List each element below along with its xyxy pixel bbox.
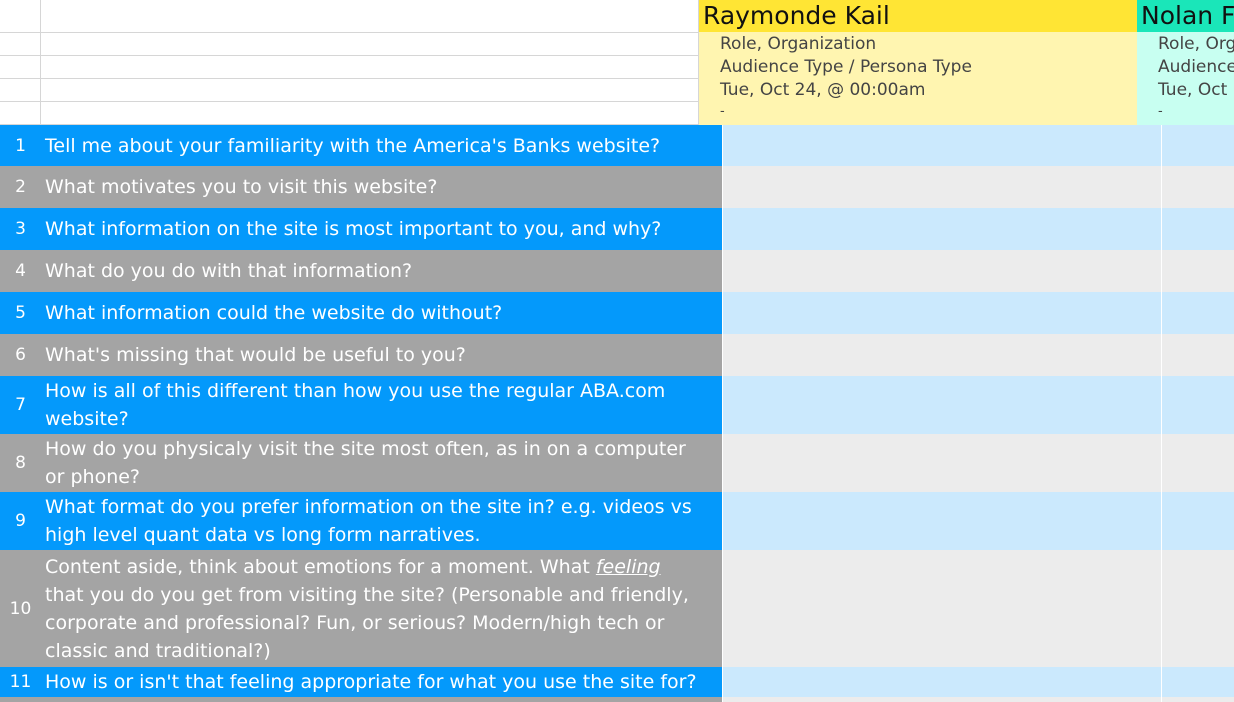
question-text: How do you physicaly visit the site most… xyxy=(45,438,686,488)
empty-cell[interactable] xyxy=(41,56,699,79)
question-row: 3 What information on the site is most i… xyxy=(0,208,1234,250)
persona-audience: Audience Type / Persona Type xyxy=(720,57,972,77)
answer-cell[interactable] xyxy=(1161,667,1234,697)
row-number[interactable] xyxy=(0,697,41,702)
answer-cell[interactable] xyxy=(1161,434,1234,492)
question-text: What motivates you to visit this website… xyxy=(45,176,438,198)
persona-name-cell[interactable]: Nolan F xyxy=(1137,0,1234,32)
answer-cell[interactable] xyxy=(1161,208,1234,250)
row-number[interactable]: 5 xyxy=(0,292,41,334)
question-text: How is all of this different than how yo… xyxy=(45,380,666,430)
answer-cell[interactable] xyxy=(722,376,1161,434)
question-row: 9 What format do you prefer information … xyxy=(0,492,1234,550)
question-cell[interactable]: What format do you prefer information on… xyxy=(41,492,722,550)
question-row: 4 What do you do with that information? xyxy=(0,250,1234,292)
answer-cell[interactable] xyxy=(1161,125,1234,166)
answer-cell[interactable] xyxy=(722,125,1161,166)
answer-cell[interactable] xyxy=(1161,550,1234,667)
empty-cell[interactable] xyxy=(0,56,41,79)
answer-cell[interactable] xyxy=(1161,697,1234,702)
empty-cell[interactable] xyxy=(41,79,699,102)
question-cell[interactable]: What's missing that would be useful to y… xyxy=(41,334,722,376)
answer-cell[interactable] xyxy=(1161,292,1234,334)
corner-cell[interactable] xyxy=(0,0,41,33)
question-row: 10 Content aside, think about emotions f… xyxy=(0,550,1234,667)
persona-meta-cell[interactable]: Role, Org Audience Tue, Oct - xyxy=(1137,32,1234,125)
question-text: What format do you prefer information on… xyxy=(45,496,692,546)
question-row: 5 What information could the website do … xyxy=(0,292,1234,334)
empty-cell[interactable] xyxy=(41,102,699,125)
question-row: 8 How do you physicaly visit the site mo… xyxy=(0,434,1234,492)
persona-date: Tue, Oct 24, @ 00:00am xyxy=(720,80,926,100)
question-row: 1 Tell me about your familiarity with th… xyxy=(0,125,1234,166)
persona-name: Raymonde Kail xyxy=(703,1,890,30)
row-number[interactable]: 11 xyxy=(0,667,41,697)
question-text: What information on the site is most imp… xyxy=(45,218,662,240)
answer-cell[interactable] xyxy=(722,667,1161,697)
persona-role: Role, Organization xyxy=(720,34,877,54)
answer-cell[interactable] xyxy=(722,292,1161,334)
answer-cell[interactable] xyxy=(722,166,1161,208)
question-row: 7 How is all of this different than how … xyxy=(0,376,1234,434)
question-cell[interactable]: How do you physicaly visit the site most… xyxy=(41,434,722,492)
answer-cell[interactable] xyxy=(1161,250,1234,292)
row-number[interactable]: 4 xyxy=(0,250,41,292)
question-text: What information could the website do wi… xyxy=(45,302,503,324)
answer-cell[interactable] xyxy=(1161,334,1234,376)
answer-cell[interactable] xyxy=(722,550,1161,667)
answer-cell[interactable] xyxy=(722,334,1161,376)
answer-cell[interactable] xyxy=(722,434,1161,492)
persona-audience: Audience xyxy=(1158,57,1234,77)
question-row xyxy=(0,697,1234,702)
row-number[interactable]: 8 xyxy=(0,434,41,492)
question-row: 2 What motivates you to visit this websi… xyxy=(0,166,1234,208)
question-cell[interactable]: What do you do with that information? xyxy=(41,250,722,292)
empty-cell[interactable] xyxy=(41,33,699,56)
question-cell[interactable]: What information could the website do wi… xyxy=(41,292,722,334)
answer-cell[interactable] xyxy=(1161,166,1234,208)
question-text: What's missing that would be useful to y… xyxy=(45,344,466,366)
persona-role: Role, Org xyxy=(1158,34,1234,54)
emphasized-word: feeling xyxy=(595,555,661,578)
empty-cell[interactable] xyxy=(0,79,41,102)
persona-meta-cell[interactable]: Role, Organization Audience Type / Perso… xyxy=(699,32,1137,125)
row-number[interactable]: 7 xyxy=(0,376,41,434)
row-number[interactable]: 10 xyxy=(0,550,41,667)
question-cell[interactable]: How is or isn't that feeling appropriate… xyxy=(41,667,722,697)
header-cell[interactable] xyxy=(41,0,699,33)
persona-date: Tue, Oct xyxy=(1158,80,1228,100)
answer-cell[interactable] xyxy=(722,208,1161,250)
question-cell[interactable]: Tell me about your familiarity with the … xyxy=(41,125,722,166)
question-text: What do you do with that information? xyxy=(45,260,413,282)
answer-cell[interactable] xyxy=(1161,492,1234,550)
question-text: Content aside, think about emotions for … xyxy=(45,555,689,662)
empty-cell[interactable] xyxy=(0,102,41,125)
answer-cell[interactable] xyxy=(722,492,1161,550)
question-row: 6 What's missing that would be useful to… xyxy=(0,334,1234,376)
question-cell[interactable]: Content aside, think about emotions for … xyxy=(41,550,722,667)
persona-name: Nolan F xyxy=(1141,1,1234,30)
persona-dash: - xyxy=(1158,104,1163,119)
question-text: Tell me about your familiarity with the … xyxy=(45,134,661,157)
row-number[interactable]: 2 xyxy=(0,166,41,208)
persona-name-cell[interactable]: Raymonde Kail xyxy=(699,0,1137,32)
question-cell[interactable]: What information on the site is most imp… xyxy=(41,208,722,250)
empty-cell[interactable] xyxy=(0,33,41,56)
answer-cell[interactable] xyxy=(722,697,1161,702)
row-number[interactable]: 1 xyxy=(0,125,41,166)
row-number[interactable]: 9 xyxy=(0,492,41,550)
answer-cell[interactable] xyxy=(1161,376,1234,434)
answer-cell[interactable] xyxy=(722,250,1161,292)
question-cell[interactable]: How is all of this different than how yo… xyxy=(41,376,722,434)
persona-dash: - xyxy=(720,104,725,119)
row-number[interactable]: 6 xyxy=(0,334,41,376)
question-cell[interactable]: What motivates you to visit this website… xyxy=(41,166,722,208)
row-number[interactable]: 3 xyxy=(0,208,41,250)
question-text: How is or isn't that feeling appropriate… xyxy=(45,671,697,693)
question-cell[interactable] xyxy=(41,697,722,702)
question-row: 11 How is or isn't that feeling appropri… xyxy=(0,667,1234,697)
